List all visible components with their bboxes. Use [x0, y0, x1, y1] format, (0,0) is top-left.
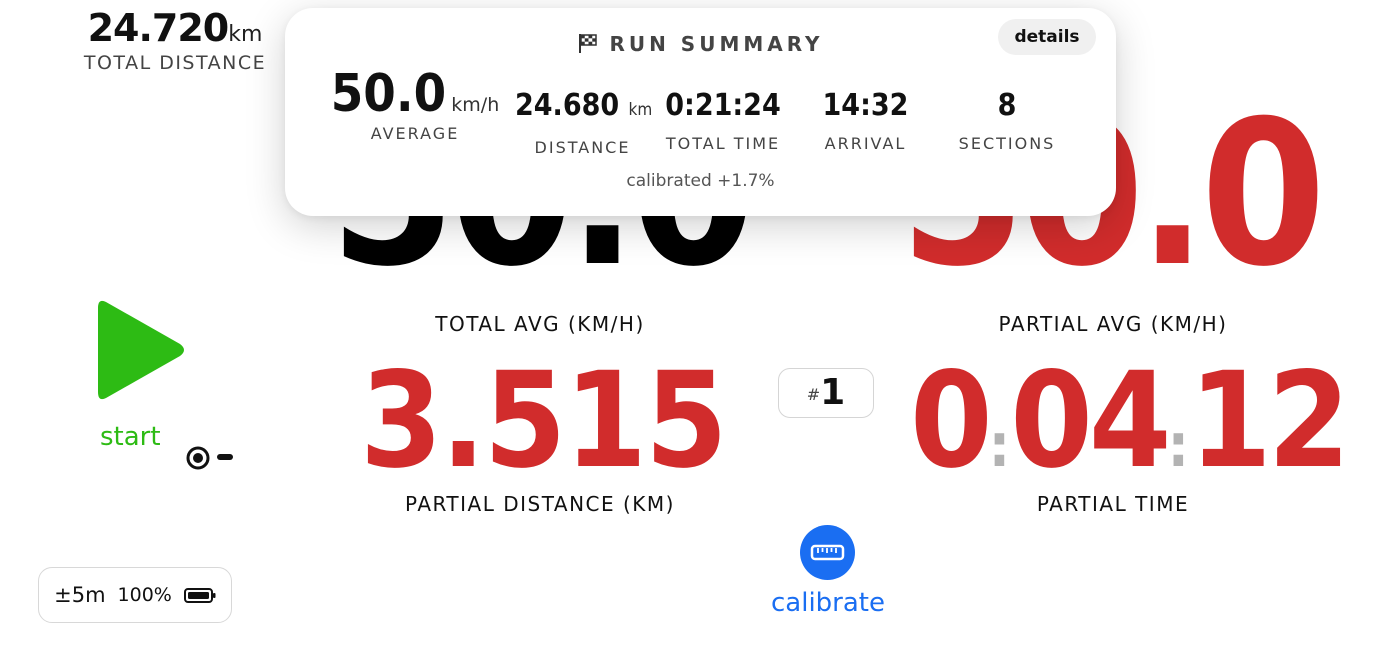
- checkered-flag-icon: [579, 34, 598, 53]
- summary-total-time-value: 0:21:24: [665, 88, 781, 123]
- gps-icon: [186, 446, 210, 470]
- section-hash: #: [806, 385, 821, 404]
- partial-time-value: 0:04:12: [910, 355, 1350, 487]
- partial-time-label: PARTIAL TIME: [1036, 492, 1190, 516]
- summary-distance-value: 24.680: [515, 88, 620, 123]
- section-counter[interactable]: #1: [778, 368, 874, 418]
- partial-time-hours: 0: [910, 344, 993, 498]
- gps-accuracy: ±5m: [54, 583, 106, 607]
- battery-icon: [183, 587, 216, 603]
- play-icon[interactable]: [96, 298, 186, 402]
- partial-distance-value: 3.515: [360, 344, 728, 498]
- summary-arrival: 14:32 ARRIVAL: [803, 66, 928, 153]
- total-avg-label: TOTAL AVG (KM/H): [435, 312, 645, 336]
- summary-distance-unit: km: [628, 100, 653, 120]
- partial-time-seconds: 12: [1189, 344, 1350, 498]
- battery-level: 100%: [117, 584, 172, 606]
- total-distance: 24.720km TOTAL DISTANCE: [70, 6, 280, 74]
- summary-distance-label: DISTANCE: [534, 138, 631, 157]
- start-label[interactable]: start: [100, 422, 170, 452]
- summary-title-text: RUN SUMMARY: [609, 32, 824, 56]
- summary-calibration-note: calibrated +1.7%: [626, 171, 775, 191]
- summary-average: 50.0 km/h AVERAGE: [325, 66, 505, 143]
- details-button[interactable]: details: [998, 19, 1096, 55]
- ruler-icon: [810, 544, 845, 561]
- summary-title: RUN SUMMARY: [285, 32, 1116, 56]
- partial-distance-label: PARTIAL DISTANCE (KM): [405, 492, 675, 516]
- summary-total-time-label: TOTAL TIME: [665, 134, 781, 153]
- gps-signal-dash: [217, 454, 233, 460]
- summary-arrival-value: 14:32: [822, 88, 909, 123]
- total-distance-unit: km: [228, 22, 263, 47]
- summary-sections-label: SECTIONS: [958, 134, 1056, 153]
- calibrate-label[interactable]: calibrate: [760, 588, 896, 618]
- summary-sections: 8 SECTIONS: [945, 66, 1069, 153]
- time-colon: :: [988, 411, 1011, 481]
- summary-average-unit: km/h: [451, 94, 500, 116]
- summary-sections-value: 8: [997, 88, 1017, 123]
- calibrate-button[interactable]: [800, 525, 855, 580]
- run-summary-card: RUN SUMMARY details 50.0 km/h AVERAGE 24…: [285, 8, 1116, 216]
- total-distance-label: TOTAL DISTANCE: [83, 52, 267, 74]
- summary-average-label: AVERAGE: [370, 124, 460, 143]
- summary-distance: 24.680 km DISTANCE: [515, 66, 653, 157]
- summary-total-time: 0:21:24 TOTAL TIME: [663, 66, 783, 153]
- status-pill: ±5m 100%: [38, 567, 232, 623]
- partial-avg-label: PARTIAL AVG (KM/H): [998, 312, 1228, 336]
- section-number: 1: [820, 372, 846, 413]
- summary-arrival-label: ARRIVAL: [824, 134, 907, 153]
- time-colon: :: [1167, 411, 1190, 481]
- total-distance-value: 24.720: [87, 6, 230, 50]
- partial-time-minutes: 04: [1010, 344, 1171, 498]
- summary-average-value: 50.0: [330, 64, 447, 124]
